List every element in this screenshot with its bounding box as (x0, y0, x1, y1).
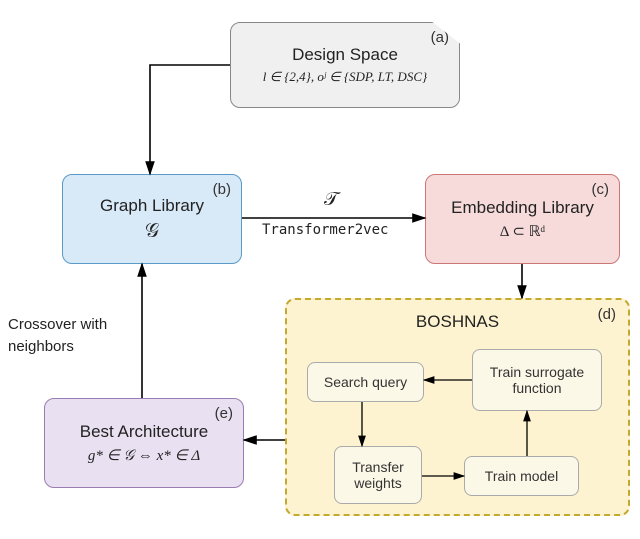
best-architecture-node: (e) Best Architecture g* ∈ 𝒢 ⇔ x* ∈ Δ (44, 398, 244, 488)
train-surrogate-node: Train surrogate function (472, 349, 602, 411)
train-model-node: Train model (464, 456, 579, 496)
node-title: Design Space (292, 45, 398, 65)
embedding-library-node: (c) Embedding Library Δ ⊂ ℝᵈ (425, 174, 620, 264)
node-math: Δ ⊂ ℝᵈ (500, 222, 545, 241)
node-tag: (c) (592, 181, 610, 198)
edge-label-crossover-2: neighbors (8, 338, 74, 355)
node-math: l ∈ {2,4}, oʲ ∈ {SDP, LT, DSC} (263, 69, 427, 85)
inner-label: Search query (324, 374, 407, 390)
node-math: 𝒢 (145, 220, 159, 243)
arrow-a-to-b (150, 65, 230, 174)
node-title: Graph Library (100, 196, 204, 216)
node-math: g* ∈ 𝒢 ⇔ x* ∈ Δ (88, 446, 200, 465)
edge-label-crossover-1: Crossover with (8, 316, 107, 333)
graph-library-node: (b) Graph Library 𝒢 (62, 174, 242, 264)
inner-label: Train surrogate function (477, 364, 597, 396)
node-title: Embedding Library (451, 198, 594, 218)
edge-label-transformer2vec: Transformer2vec (262, 222, 388, 238)
design-space-node: (a) Design Space l ∈ {2,4}, oʲ ∈ {SDP, L… (230, 22, 460, 108)
node-tag: (a) (431, 29, 449, 46)
transfer-weights-node: Transfer weights (334, 446, 422, 504)
node-tag: (e) (215, 405, 233, 422)
edge-label-t: 𝒯 (324, 189, 339, 211)
node-title: Best Architecture (80, 422, 209, 442)
node-title: BOSHNAS (287, 312, 628, 332)
search-query-node: Search query (307, 362, 424, 402)
inner-label: Train model (485, 468, 558, 484)
inner-label: Transfer weights (339, 459, 417, 491)
node-tag: (b) (213, 181, 231, 198)
